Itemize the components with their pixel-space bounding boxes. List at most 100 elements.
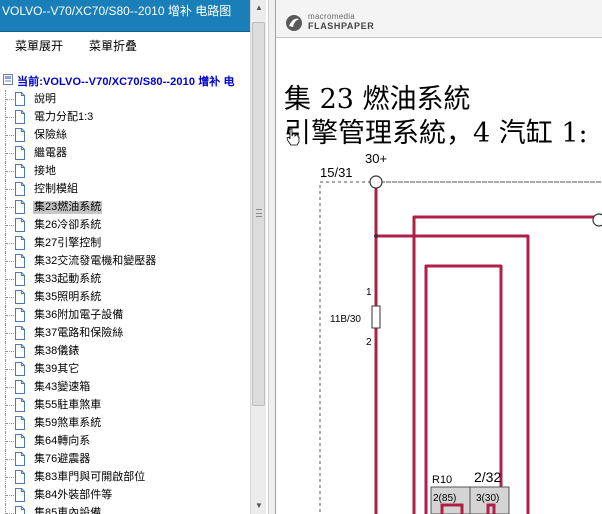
tree-item[interactable]: 集23燃油系統 [0,198,250,216]
tree-scrollbar[interactable]: ▲ ▼ [250,0,266,514]
tree-item-label: 集36附加電子設備 [34,309,124,321]
page-icon [15,434,25,448]
brand-flashpaper: FLASHPAPER [308,21,375,31]
tree-item[interactable]: 集36附加電子設備 [0,306,250,324]
label-2-32: 2/32 [474,469,501,485]
page-icon [15,362,25,376]
page-icon [15,290,25,304]
flashpaper-logo [286,15,302,31]
tree-item[interactable]: 集55駐車煞車 [0,396,250,414]
tree-connector [5,108,14,126]
tree-root-icon [3,74,13,85]
tree-item[interactable]: 集39其它 [0,360,250,378]
junction-30plus [369,175,383,189]
tree-connector [5,90,14,108]
tree-item-label: 集55駐車煞車 [34,399,102,411]
tree-connector [5,342,14,360]
wire-group [374,182,602,514]
tree-root[interactable]: 当前:VOLVO--V70/XC70/S80--2010 增补 电 [0,72,250,88]
wire-mid-loop [376,234,530,514]
page-icon [15,452,25,466]
tree-item[interactable]: 集59煞車系統 [0,414,250,432]
tree-item-label: 集85車內設備 [34,507,102,514]
brand-macromedia: macromedia [308,12,356,21]
tree-item[interactable]: 繼電器 [0,144,250,162]
expand-menu-button[interactable]: 菜單展开 [15,37,63,54]
tree-item-label: 集84外裝部件等 [34,489,113,501]
page-icon [15,128,25,142]
tree-item[interactable]: 集84外裝部件等 [0,486,250,504]
tree-item-label: 接地 [34,165,56,177]
tree-item-label: 說明 [34,93,56,105]
tree-item[interactable]: 集32交流發電機和變壓器 [0,252,250,270]
tree-connector [5,486,14,504]
tree-item[interactable]: 集76避震器 [0,450,250,468]
page-icon [15,218,25,232]
tree-item[interactable]: 集64轉向系 [0,432,250,450]
viewer-toolbar: macromedia FLASHPAPER [276,0,602,38]
page-icon [15,326,25,340]
tree-connector [5,396,14,414]
document-page[interactable]: 集 23 燃油系統 引擎管理系統，4 汽缸 1: 30+ 15/31 1 11B… [276,39,602,514]
tree-item-label: 控制模組 [34,183,78,195]
page-icon [15,344,25,358]
label-15-31: 15/31 [320,165,353,180]
tree-item[interactable]: 集35照明系統 [0,288,250,306]
scroll-up-arrow-icon[interactable]: ▲ [251,0,267,16]
junction-right [592,213,602,227]
tree-item[interactable]: 集83車門與可開啟部位 [0,468,250,486]
tree-item[interactable]: 集37電路和保險絲 [0,324,250,342]
tree-connector [5,270,14,288]
hand-cursor-icon [286,128,300,146]
tree-item[interactable]: 集85車內設備 [0,504,250,514]
tree-connector [5,144,14,162]
tree-connector [5,432,14,450]
tree-item-label: 集26冷卻系統 [34,219,102,231]
tree-connector [5,306,14,324]
tree-connector [5,504,14,514]
tree-connector [5,162,14,180]
tree-connector [5,126,14,144]
label-pin2: 2 [366,337,372,348]
scroll-down-arrow-icon[interactable]: ▼ [251,498,267,514]
tree-item[interactable]: 集26冷卻系統 [0,216,250,234]
tree-item-label: 集23燃油系統 [33,201,103,214]
tree-item-label: 集38儀錶 [34,345,80,357]
tree-item[interactable]: 保險絲 [0,126,250,144]
tree-item-label: 集39其它 [34,363,80,375]
tree-connector [5,378,14,396]
page-icon [15,164,25,178]
page-icon [15,92,25,106]
tree-connector [5,216,14,234]
label-30plus: 30+ [365,151,387,166]
tree-item[interactable]: 接地 [0,162,250,180]
tree-item[interactable]: 控制模組 [0,180,250,198]
scrollbar-thumb[interactable] [252,22,265,406]
tree-item-label: 集59煞車系統 [34,417,102,429]
collapse-menu-button[interactable]: 菜單折叠 [89,37,137,54]
page-icon [15,254,25,268]
tree-connector [5,468,14,486]
wire-top-loop [412,215,602,514]
tree-item-label: 電力分配1:3 [34,111,94,123]
tree-item[interactable]: 說明 [0,90,250,108]
page-icon [15,182,25,196]
page-icon [15,488,25,502]
tree-item[interactable]: 集33起動系統 [0,270,250,288]
tree-connector [5,360,14,378]
label-3-30: 3(30) [476,493,499,504]
tree-item[interactable]: 集27引擎控制 [0,234,250,252]
tree-item-label: 集83車門與可開啟部位 [34,471,146,483]
tree-item-label: 集32交流發電機和變壓器 [34,255,157,267]
tree-connector [5,198,14,216]
tree-item[interactable]: 電力分配1:3 [0,108,250,126]
scrollbar-grip-icon [256,209,262,217]
page-icon [15,110,25,124]
label-pin1: 1 [366,287,372,298]
label-2-85: 2(85) [433,493,456,504]
pane-splitter[interactable] [268,0,276,514]
tree-item[interactable]: 集38儀錶 [0,342,250,360]
tree-item[interactable]: 集43變速箱 [0,378,250,396]
menu-bar: 菜單展开 菜單折叠 [0,32,250,60]
tree-connector [5,252,14,270]
